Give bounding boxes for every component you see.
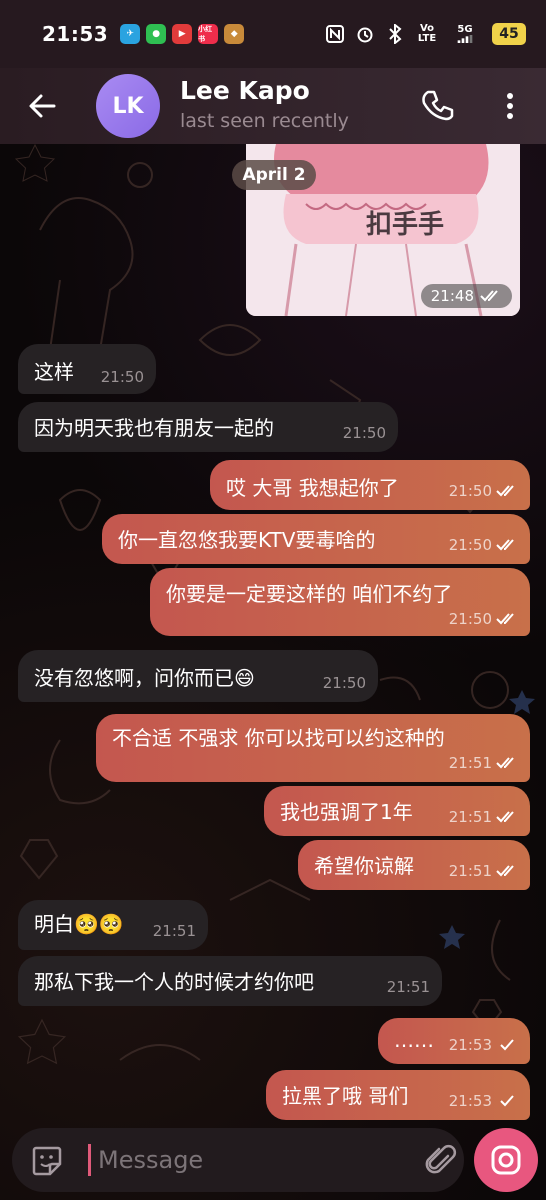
sticker-emoji-icon[interactable] (30, 1144, 64, 1178)
message-meta: 21:50 (449, 536, 518, 554)
message-input-container[interactable] (12, 1128, 464, 1192)
message-time: 21:50 (448, 482, 492, 500)
message-bubble-outgoing[interactable]: 不合适 不强求 你可以找可以约这种的 21:51 (96, 714, 530, 782)
more-options-icon[interactable] (500, 90, 520, 122)
double-check-icon (496, 811, 514, 823)
message-bubble-incoming[interactable]: 那私下我一个人的时候才约你吧 21:51 (18, 956, 442, 1006)
message-text: 因为明天我也有朋友一起的 (34, 416, 274, 440)
double-check-icon (496, 757, 514, 769)
single-check-icon (500, 1095, 514, 1107)
message-input[interactable] (98, 1138, 398, 1182)
contact-name[interactable]: Lee Kapo (180, 76, 310, 105)
chat-header: LK Lee Kapo last seen recently (0, 68, 546, 144)
message-text: 我也强调了1年 (280, 800, 413, 824)
message-time: 21:51 (448, 862, 492, 880)
signal-icon: 5G (450, 25, 480, 43)
xiaohongshu-icon: 小红书 (198, 24, 219, 44)
nfc-icon (326, 25, 344, 43)
paperclip-attach-icon[interactable] (422, 1142, 458, 1178)
youtube-icon: ▶ (172, 24, 193, 44)
message-text: 拉黑了哦 哥们 (282, 1084, 409, 1108)
message-meta: 21:50 (449, 610, 518, 628)
sticker-caption: 扣手手 (366, 210, 445, 240)
status-time: 21:53 (42, 22, 109, 46)
contact-last-seen: last seen recently (180, 110, 349, 132)
message-text: 这样 (34, 360, 74, 384)
message-time: 21:50 (448, 610, 492, 628)
phone-call-icon[interactable] (420, 88, 454, 122)
message-text: 你一直忽悠我要KTV要毒啥的 (118, 528, 376, 552)
volte-label: Vo LTE (417, 23, 437, 44)
message-bubble-outgoing[interactable]: …… 21:53 (378, 1018, 530, 1064)
battery-icon: 45 (492, 23, 526, 45)
message-meta: 21:48 (420, 284, 512, 308)
telegram-icon: ✈ (120, 24, 141, 44)
message-bubble-incoming[interactable]: 因为明天我也有朋友一起的 21:50 (18, 402, 398, 452)
system-icons: Vo LTE 5G 45 (326, 23, 526, 45)
bluetooth-icon (386, 24, 404, 44)
network-type-label: 5G (457, 24, 473, 35)
message-time: 21:50 (448, 536, 492, 554)
message-bubble-incoming[interactable]: 这样 21:50 (18, 344, 156, 394)
status-bar: 21:53 ✈ ● ▶ 小红书 ◆ Vo LTE 5G 45 (0, 0, 546, 68)
message-time: 21:48 (430, 287, 474, 305)
camera-button[interactable] (474, 1128, 538, 1192)
message-bubble-incoming[interactable]: 没有忽悠啊，问你而已😄 21:50 (18, 650, 378, 702)
notification-icons: ✈ ● ▶ 小红书 ◆ (120, 24, 245, 44)
message-meta: 21:51 (449, 862, 518, 880)
message-text: 明白🥺🥺 (34, 912, 124, 936)
message-text: 那私下我一个人的时候才约你吧 (34, 970, 314, 994)
single-check-icon (500, 1039, 514, 1051)
message-time: 21:53 (448, 1092, 492, 1110)
message-meta: 21:51 (449, 754, 518, 772)
message-bubble-outgoing[interactable]: 拉黑了哦 哥们 21:53 (266, 1070, 530, 1120)
message-bubble-outgoing[interactable]: 哎 大哥 我想起你了 21:50 (210, 460, 530, 510)
message-text: 希望你谅解 (314, 854, 414, 878)
text-cursor (88, 1144, 91, 1176)
message-time: 21:51 (448, 808, 492, 826)
alarm-icon (356, 25, 374, 43)
message-text: 哎 大哥 我想起你了 (226, 476, 399, 500)
message-text: 不合适 不强求 你可以找可以约这种的 (112, 726, 445, 750)
message-text: …… (394, 1028, 434, 1052)
message-meta: 21:50 (449, 482, 518, 500)
camera-icon (491, 1145, 521, 1175)
message-bubble-outgoing[interactable]: 你一直忽悠我要KTV要毒啥的 21:50 (102, 514, 530, 564)
message-time: 21:50 (100, 368, 144, 386)
message-time: 21:51 (152, 922, 196, 940)
message-text: 没有忽悠啊，问你而已😄 (34, 666, 255, 690)
date-separator: April 2 (232, 160, 316, 190)
message-bubble-outgoing[interactable]: 我也强调了1年 21:51 (264, 786, 530, 836)
message-text: 你要是一定要这样的 咱们不约了 (166, 582, 453, 606)
avatar[interactable]: LK (96, 74, 160, 138)
message-time: 21:51 (386, 978, 430, 996)
message-composer (0, 1120, 546, 1200)
message-time: 21:50 (342, 424, 386, 442)
wechat-icon: ● (146, 24, 167, 44)
double-check-icon (480, 290, 498, 302)
message-bubble-incoming[interactable]: 明白🥺🥺 21:51 (18, 900, 208, 950)
message-meta: 21:53 (449, 1092, 518, 1110)
message-meta: 21:53 (449, 1036, 518, 1054)
message-time: 21:50 (322, 674, 366, 692)
message-bubble-outgoing[interactable]: 你要是一定要这样的 咱们不约了 21:50 (150, 568, 530, 636)
double-check-icon (496, 613, 514, 625)
message-meta: 21:51 (449, 808, 518, 826)
double-check-icon (496, 865, 514, 877)
message-bubble-outgoing[interactable]: 希望你谅解 21:51 (298, 840, 530, 890)
game-app-icon: ◆ (224, 24, 245, 44)
message-time: 21:53 (448, 1036, 492, 1054)
double-check-icon (496, 485, 514, 497)
double-check-icon (496, 539, 514, 551)
back-arrow-icon[interactable] (26, 90, 58, 122)
message-time: 21:51 (448, 754, 492, 772)
